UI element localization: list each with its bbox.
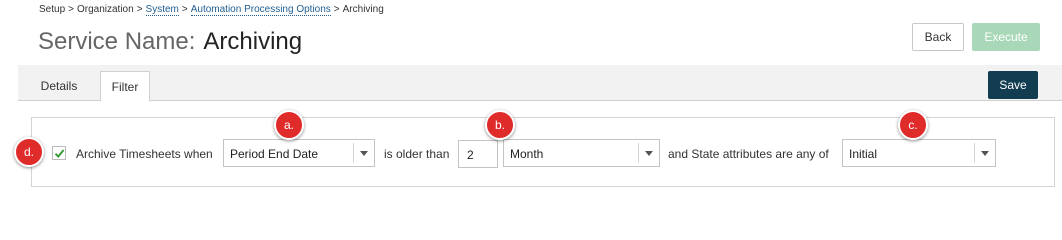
breadcrumb-automation-link[interactable]: Automation Processing Options xyxy=(190,4,331,16)
amount-input[interactable]: 2 xyxy=(458,140,498,168)
chevron-down-icon xyxy=(353,143,374,163)
unit-select[interactable]: Month xyxy=(503,139,660,167)
state-select[interactable]: Initial xyxy=(842,139,996,167)
tab-details[interactable]: Details xyxy=(28,71,90,101)
date-field-select[interactable]: Period End Date xyxy=(223,139,375,167)
breadcrumb-separator: > xyxy=(136,4,143,15)
unit-value: Month xyxy=(510,147,544,161)
breadcrumb: Setup > Organization > System > Automation Pro… xyxy=(39,4,384,16)
page-title: Service Name: Archiving xyxy=(38,28,302,56)
date-field-value: Period End Date xyxy=(230,147,319,161)
checkmark-icon xyxy=(54,149,65,158)
chevron-down-icon xyxy=(974,143,995,163)
annotation-marker-c: c. xyxy=(898,110,928,140)
save-button[interactable]: Save xyxy=(988,71,1038,99)
tab-bar: Details Filter xyxy=(18,65,1062,102)
chevron-down-icon xyxy=(638,143,659,163)
breadcrumb-organization: Organization xyxy=(76,4,134,15)
state-label: and State attributes are any of xyxy=(668,147,829,161)
older-than-label: is older than xyxy=(384,147,450,161)
breadcrumb-current: Archiving xyxy=(342,4,384,15)
breadcrumb-system-link[interactable]: System xyxy=(145,4,179,16)
breadcrumb-separator: > xyxy=(333,4,340,15)
archive-checkbox[interactable] xyxy=(52,146,66,160)
breadcrumb-setup: Setup xyxy=(39,4,66,15)
page-title-value: Archiving xyxy=(203,28,303,55)
annotation-marker-b: b. xyxy=(485,110,515,140)
back-button[interactable]: Back xyxy=(912,23,964,51)
execute-button[interactable]: Execute xyxy=(972,23,1040,51)
annotation-marker-d: d. xyxy=(14,137,44,167)
breadcrumb-separator: > xyxy=(181,4,188,15)
breadcrumb-separator: > xyxy=(68,4,74,15)
archive-label: Archive Timesheets when xyxy=(76,147,213,161)
state-value: Initial xyxy=(849,147,878,161)
tab-filter[interactable]: Filter xyxy=(100,71,150,102)
annotation-marker-a: a. xyxy=(274,110,304,140)
page-title-label: Service Name: xyxy=(38,28,196,55)
